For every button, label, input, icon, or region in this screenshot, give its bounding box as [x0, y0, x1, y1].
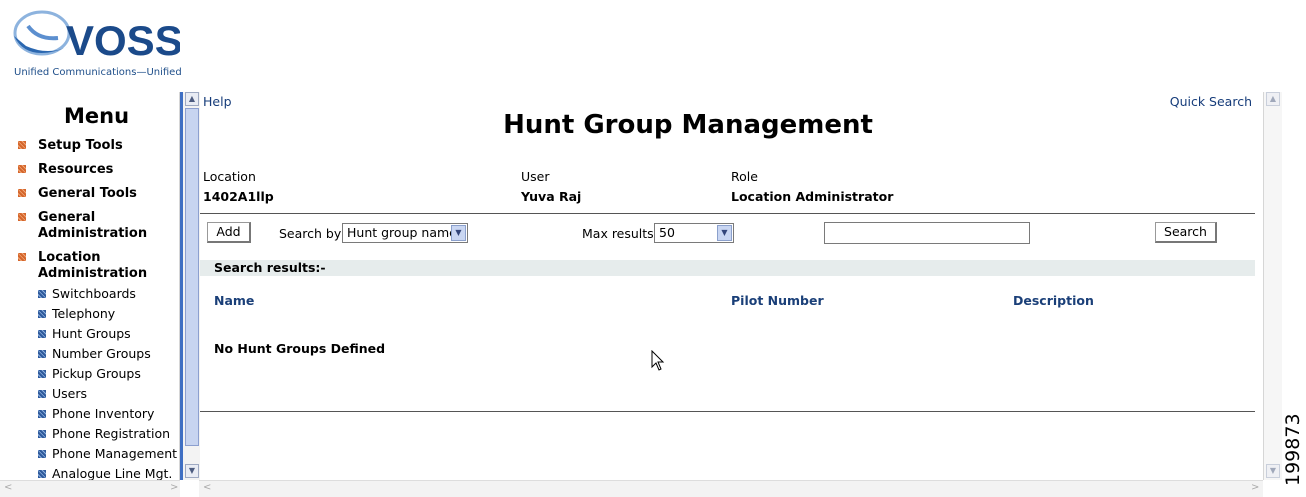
scroll-right-icon[interactable]: >: [1251, 482, 1259, 493]
submenu-bullet-icon: [38, 350, 46, 358]
max-results-label: Max results: [582, 226, 654, 241]
submenu-bullet-icon: [38, 470, 46, 478]
quick-search-link[interactable]: Quick Search: [1170, 94, 1252, 109]
main-hscrollbar[interactable]: < >: [199, 480, 1263, 497]
menu-bullet-icon: [18, 165, 26, 173]
submenu-bullet-icon: [38, 310, 46, 318]
empty-results-message: No Hunt Groups Defined: [214, 341, 386, 356]
submenu-label: Users: [52, 386, 88, 401]
scroll-down-icon[interactable]: ▼: [185, 464, 199, 478]
scroll-up-icon[interactable]: ▲: [1266, 92, 1280, 106]
menu-bullet-icon: [18, 253, 26, 261]
search-input-value: [825, 226, 828, 241]
role-label: Role: [731, 169, 758, 184]
column-header-pilot-number[interactable]: Pilot Number: [731, 293, 824, 308]
menu-title: Menu: [64, 104, 130, 128]
submenu-label: Switchboards: [52, 286, 136, 301]
add-button[interactable]: Add: [207, 222, 251, 243]
menu-scroll-thumb[interactable]: [185, 108, 199, 446]
location-label: Location: [203, 169, 256, 184]
submenu-bullet-icon: [38, 450, 46, 458]
submenu-bullet-icon: [38, 290, 46, 298]
scroll-left-icon[interactable]: <: [4, 482, 12, 493]
chevron-down-icon[interactable]: ▼: [717, 225, 732, 241]
menu-label: General: [38, 210, 96, 225]
scroll-right-icon[interactable]: >: [170, 482, 178, 493]
frame-divider: [180, 92, 183, 480]
search-by-label: Search by: [279, 226, 342, 241]
menu-bullet-icon: [18, 213, 26, 221]
submenu-bullet-icon: [38, 430, 46, 438]
location-value: 1402A1llp: [203, 189, 274, 204]
main-scrollbar[interactable]: ▲ ▼: [1263, 92, 1282, 480]
max-results-value: 50: [659, 225, 675, 240]
submenu-label: Analogue Line Mgt.: [52, 466, 173, 481]
column-header-name[interactable]: Name: [214, 293, 254, 308]
submenu-label: Phone Registration: [52, 426, 171, 441]
search-input[interactable]: [824, 222, 1030, 244]
submenu-label: Hunt Groups: [52, 326, 131, 341]
search-button[interactable]: Search: [1155, 222, 1217, 243]
scroll-left-icon[interactable]: <: [203, 482, 211, 493]
max-results-select[interactable]: 50 ▼: [654, 223, 734, 243]
role-value: Location Administrator: [731, 189, 894, 204]
submenu-bullet-icon: [38, 370, 46, 378]
results-header-bar: [200, 260, 1255, 276]
submenu-bullet-icon: [38, 410, 46, 418]
mouse-cursor-icon: [651, 349, 665, 376]
page-title: Hunt Group Management: [503, 110, 873, 140]
divider: [200, 213, 1255, 214]
logo-tagline: Unified Communications—Unified: [14, 67, 182, 78]
chevron-down-icon[interactable]: ▼: [451, 225, 466, 241]
submenu-label: Phone Management: [52, 446, 178, 461]
scroll-down-icon[interactable]: ▼: [1266, 464, 1280, 478]
results-title: Search results:-: [214, 260, 326, 275]
search-by-select[interactable]: Hunt group name ▼: [342, 223, 468, 243]
scroll-up-icon[interactable]: ▲: [185, 92, 199, 106]
menu-label: Resources: [38, 162, 114, 177]
search-by-value: Hunt group name: [347, 225, 457, 240]
help-link[interactable]: Help: [203, 94, 232, 109]
logo-wordmark: VOSS: [66, 17, 180, 64]
submenu-bullet-icon: [38, 390, 46, 398]
menu-bullet-icon: [18, 141, 26, 149]
divider: [200, 411, 1255, 412]
submenu-label: Pickup Groups: [52, 366, 141, 381]
menu-label: Administration: [38, 266, 148, 281]
logo-swoosh-icon: VOSS: [13, 10, 183, 64]
submenu-label: Telephony: [52, 306, 116, 321]
menu-hscrollbar[interactable]: < >: [0, 480, 180, 497]
menu-label: Location: [38, 250, 101, 265]
menu-label: Setup Tools: [38, 138, 123, 153]
menu-label: Administration: [38, 226, 148, 241]
column-header-description[interactable]: Description: [1013, 293, 1094, 308]
submenu-label: Number Groups: [52, 346, 151, 361]
menu-bullet-icon: [18, 189, 26, 197]
menu-label: General Tools: [38, 186, 137, 201]
user-label: User: [521, 169, 550, 184]
submenu-bullet-icon: [38, 330, 46, 338]
user-value: Yuva Raj: [521, 189, 582, 204]
figure-number: 199873: [1282, 413, 1304, 486]
submenu-label: Phone Inventory: [52, 406, 155, 421]
